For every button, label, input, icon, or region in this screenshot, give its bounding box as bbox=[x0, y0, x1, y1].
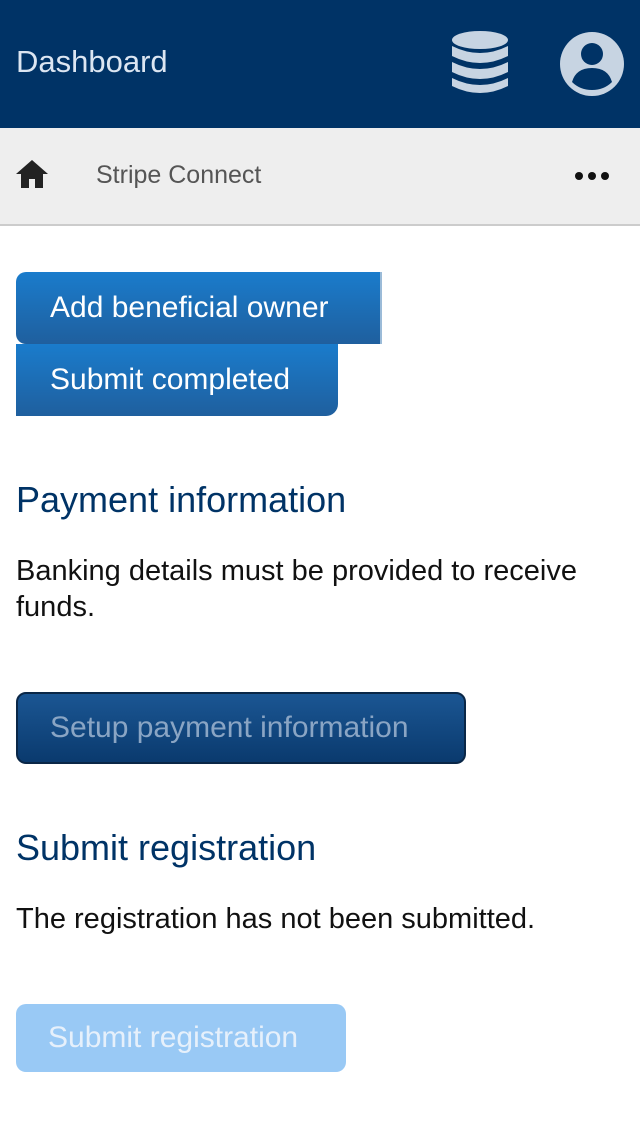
more-horizontal-icon[interactable] bbox=[572, 164, 612, 188]
payment-information-heading: Payment information bbox=[16, 479, 347, 520]
submit-completed-button[interactable]: Submit completed bbox=[16, 344, 338, 416]
app-bar: Dashboard bbox=[0, 0, 640, 128]
account-circle-icon[interactable] bbox=[558, 30, 626, 98]
add-beneficial-owner-button[interactable]: Add beneficial owner bbox=[16, 272, 382, 344]
breadcrumb-label: Stripe Connect bbox=[96, 161, 262, 189]
submit-registration-button[interactable]: Submit registration bbox=[16, 1004, 346, 1072]
submit-registration-heading: Submit registration bbox=[16, 827, 317, 868]
breadcrumb: Stripe Connect bbox=[0, 128, 640, 226]
payment-information-description: Banking details must be provided to rece… bbox=[16, 555, 577, 623]
app-title[interactable]: Dashboard bbox=[16, 42, 168, 82]
home-icon[interactable] bbox=[14, 156, 50, 192]
setup-payment-information-button[interactable]: Setup payment information bbox=[16, 692, 466, 764]
registration-status-text: The registration has not been submitted. bbox=[16, 903, 536, 935]
database-icon[interactable] bbox=[448, 30, 512, 98]
